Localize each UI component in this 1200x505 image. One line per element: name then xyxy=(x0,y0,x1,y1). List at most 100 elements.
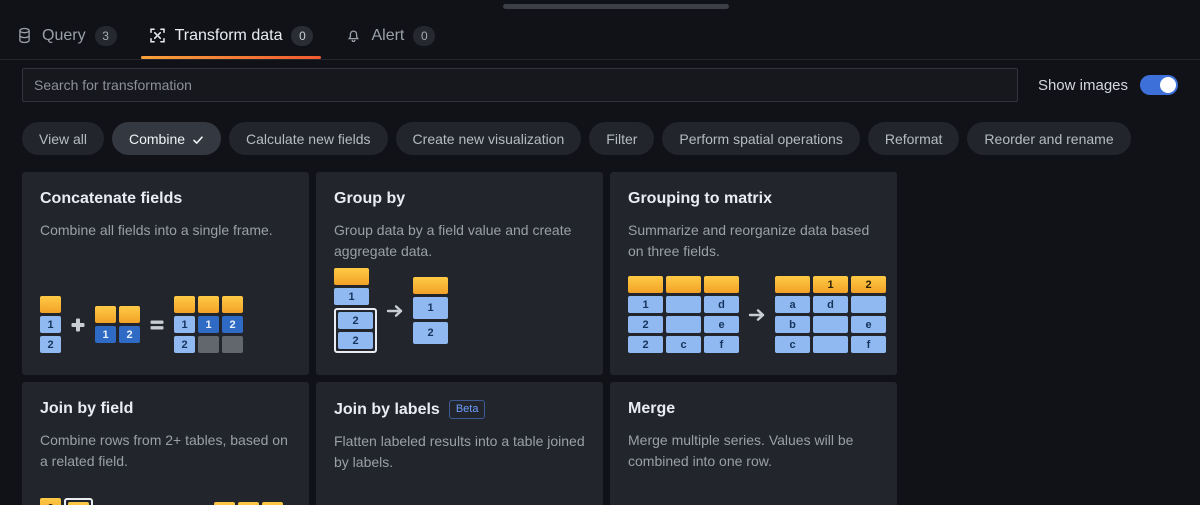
filter-pill-reorder-and-rename[interactable]: Reorder and rename xyxy=(967,122,1131,155)
join-by-field-illustration: a b 1 2 b 1 xyxy=(40,498,283,505)
data-cell: d xyxy=(704,296,739,313)
data-row: 1 1 2 xyxy=(174,316,243,333)
filter-pill-filter[interactable]: Filter xyxy=(589,122,655,155)
header-cell xyxy=(704,276,739,293)
horizontal-scrollbar-track[interactable] xyxy=(0,0,1200,12)
filter-pill-label: Calculate new fields xyxy=(246,130,371,147)
filter-pill-perform-spatial-operations[interactable]: Perform spatial operations xyxy=(662,122,860,155)
card-description: Summarize and reorganize data based on t… xyxy=(628,222,870,259)
tab-query-label: Query xyxy=(42,26,86,44)
data-cell: 2 xyxy=(628,336,663,353)
arrow-right-icon xyxy=(386,304,404,318)
filter-pill-reformat[interactable]: Reformat xyxy=(867,122,960,155)
card-description: Combine rows from 2+ tables, based on a … xyxy=(40,432,288,469)
source-table: 1 d 2 e 2 c f xyxy=(628,276,739,353)
transformation-card-join-by-field[interactable]: Join by field Combine rows from 2+ table… xyxy=(22,382,309,505)
data-row: 2 e xyxy=(628,316,739,333)
header-row xyxy=(95,306,140,323)
data-cell xyxy=(851,296,886,313)
tab-alert-label: Alert xyxy=(371,26,405,44)
transformation-card-concatenate-fields[interactable]: Concatenate fields Combine all fields in… xyxy=(22,172,309,375)
data-row: a d xyxy=(775,296,886,313)
header-cell xyxy=(119,306,140,323)
show-images-toggle[interactable] xyxy=(1140,75,1178,95)
arrow-right-icon xyxy=(748,308,766,322)
data-cell: 1 xyxy=(334,288,369,305)
data-cell xyxy=(813,316,848,333)
filter-pill-label: Reformat xyxy=(884,130,943,147)
header-cell xyxy=(666,276,701,293)
transformation-card-join-by-labels[interactable]: Join by labels Beta Flatten labeled resu… xyxy=(316,382,603,505)
grouped-cells: 2 2 xyxy=(338,312,373,349)
header-cell: 2 xyxy=(851,276,886,293)
filter-pill-label: View all xyxy=(39,130,87,147)
card-description: Group data by a field value and create a… xyxy=(334,222,572,259)
data-cell: 1 xyxy=(95,326,116,343)
data-cell xyxy=(666,316,701,333)
card-title: Join by field xyxy=(40,400,291,418)
data-row: 2 c f xyxy=(628,336,739,353)
header-cell xyxy=(222,296,243,313)
filter-pill-combine[interactable]: Combine xyxy=(112,122,222,155)
card-title: Concatenate fields xyxy=(40,190,291,208)
filter-pill-label: Filter xyxy=(606,130,638,147)
filter-pill-create-new-visualization[interactable]: Create new visualization xyxy=(395,122,582,155)
show-images-label: Show images xyxy=(1037,76,1128,94)
empty-cell xyxy=(198,336,219,353)
tab-query[interactable]: Query 3 xyxy=(0,12,133,59)
card-description: Flatten labeled results into a table joi… xyxy=(334,433,585,470)
header-cell: a xyxy=(40,498,61,505)
result-table: 1 1 2 2 xyxy=(174,296,243,353)
tab-transform-data-count: 0 xyxy=(291,25,314,46)
search-input[interactable] xyxy=(22,68,1018,102)
tab-transform-data-label: Transform data xyxy=(174,26,283,44)
data-cell: 2 xyxy=(338,312,373,329)
tab-query-count: 3 xyxy=(94,25,117,46)
database-icon xyxy=(16,27,33,44)
data-row: 1 2 xyxy=(95,326,140,343)
filter-pill-group: View all Combine Calculate new fields Cr… xyxy=(22,122,1200,155)
data-cell: 2 xyxy=(413,322,448,344)
header-cell xyxy=(334,268,369,285)
data-cell: 1 xyxy=(198,316,219,333)
data-cell: a xyxy=(775,296,810,313)
filter-pill-label: Perform spatial operations xyxy=(679,130,843,147)
result-table: 1 2 a d b e c f xyxy=(775,276,886,353)
operand-a-column: 1 2 xyxy=(40,296,61,353)
transformation-card-grid: Concatenate fields Combine all fields in… xyxy=(22,172,1186,505)
header-cell: 1 xyxy=(813,276,848,293)
transformation-card-group-by[interactable]: Group by Group data by a field value and… xyxy=(316,172,603,375)
data-cell: 2 xyxy=(174,336,195,353)
horizontal-scrollbar-thumb[interactable] xyxy=(503,4,729,9)
data-cell: f xyxy=(851,336,886,353)
card-title: Grouping to matrix xyxy=(628,190,879,208)
data-row: 1 d xyxy=(628,296,739,313)
bell-icon xyxy=(345,27,362,44)
result-column: 1 2 xyxy=(413,277,448,344)
data-cell: 1 xyxy=(174,316,195,333)
panel-editor-tabbar: Query 3 Transform data 0 Alert 0 xyxy=(0,12,1200,60)
transformation-card-grouping-to-matrix[interactable]: Grouping to matrix Summarize and reorgan… xyxy=(610,172,897,375)
data-cell: 2 xyxy=(40,336,61,353)
tab-alert[interactable]: Alert 0 xyxy=(329,12,451,59)
data-cell: c xyxy=(775,336,810,353)
data-cell: 1 xyxy=(40,316,61,333)
show-images-control[interactable]: Show images xyxy=(1038,75,1178,95)
data-cell: 2 xyxy=(119,326,140,343)
data-cell: 1 xyxy=(413,297,448,319)
data-row: b e xyxy=(775,316,886,333)
data-cell: e xyxy=(851,316,886,333)
empty-cell xyxy=(222,336,243,353)
data-cell: d xyxy=(813,296,848,313)
transformation-card-merge[interactable]: Merge Merge multiple series. Values will… xyxy=(610,382,897,505)
tab-transform-data[interactable]: Transform data 0 xyxy=(133,12,330,59)
header-cell xyxy=(413,277,448,294)
tab-alert-count: 0 xyxy=(413,25,436,46)
column-a: a xyxy=(40,498,61,505)
filter-pill-view-all[interactable]: View all xyxy=(22,122,104,155)
operand-b-table: 1 2 xyxy=(95,306,140,343)
toggle-knob xyxy=(1160,77,1176,93)
card-title-text: Group by xyxy=(334,190,406,207)
highlight-column-b: b 1 2 xyxy=(64,498,93,505)
filter-pill-calculate-new-fields[interactable]: Calculate new fields xyxy=(229,122,388,155)
